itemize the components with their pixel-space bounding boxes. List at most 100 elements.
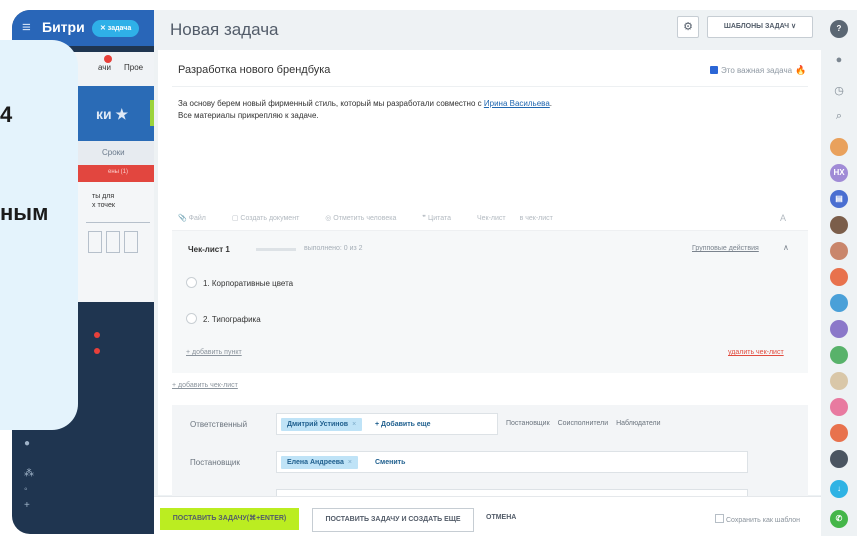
add-item-link[interactable]: + добавить пункт [186,349,242,356]
group-icon[interactable] [830,320,848,338]
submit-and-create-button[interactable]: ПОСТАВИТЬ ЗАДАЧУ И СОЗДАТЬ ЕЩЕ [312,508,474,532]
delete-checklist-link[interactable]: удалить чек-лист [728,349,784,356]
download-icon[interactable]: ↓ [830,480,848,498]
group-icon[interactable] [830,294,848,312]
task-description[interactable]: За основу берем новый фирменный стиль, к… [178,98,552,122]
submit-button[interactable]: ПОСТАВИТЬ ЗАДАЧУ(⌘+ENTER) [160,508,299,530]
search-icon[interactable]: ⌕ [832,110,846,123]
status-dot [94,332,100,338]
bell-icon[interactable]: ● [832,54,846,66]
responsible-label: Ответственный [190,420,248,429]
checklist-title[interactable]: Чек-лист 1 [188,245,230,254]
chevron-up-icon[interactable]: ∧ [783,243,789,252]
group-icon[interactable] [830,346,848,364]
toolbar-to-checklist[interactable]: в чек-лист [520,215,553,222]
save-template-checkbox[interactable]: Сохранить как шаблон [715,514,800,524]
creator-tag[interactable]: Елена Андреева × [281,456,358,469]
checklist-progress: выполнено: 0 из 2 [304,245,363,252]
task-title-input[interactable]: Разработка нового брендбука [178,64,330,76]
description-text: Все материалы прикрепляю к задаче. [178,111,319,120]
group-icon[interactable] [830,242,848,260]
bg-tab[interactable]: Прое [124,63,143,72]
screen: ≡ Битри ✕ задача ачи Прое ки ★ Сроки ены… [0,0,857,536]
clock-icon[interactable]: ◷ [832,84,846,97]
checkbox-checked-icon[interactable] [710,66,718,74]
avatar[interactable] [830,372,848,390]
right-rail: ? ● ◷ ⌕ НХ ▤ ↓ ✆ [821,10,857,536]
avatar-initials[interactable]: НХ [830,164,848,182]
form-footer: ПОСТАВИТЬ ЗАДАЧУ(⌘+ENTER) ПОСТАВИТЬ ЗАДА… [154,496,821,536]
creator-field[interactable]: Елена Андреева × Сменить [276,451,748,473]
page-title: Новая задача [170,20,279,39]
description-text: . [549,99,553,108]
toolbar-mention[interactable]: ◎ Отметить человека [325,215,408,222]
add-more-link[interactable]: + Добавить еще [375,421,431,428]
checkbox-icon[interactable] [715,514,724,523]
help-icon[interactable]: ● [24,438,30,449]
bg-tabs: ачи Прое [72,52,154,86]
toolbar-checklist[interactable]: Чек-лист [477,215,506,222]
help-icon[interactable]: ? [830,20,848,38]
bg-header-title: ки ★ [96,106,129,122]
remove-icon[interactable]: × [348,459,352,466]
gear-icon[interactable]: ⚙ [677,16,699,38]
mention-link[interactable]: Ирина Васильева [484,99,550,108]
overlay-banner: 4 ным [0,40,78,430]
avatar[interactable] [830,138,848,156]
change-link[interactable]: Сменить [375,459,405,466]
font-icon[interactable]: A [780,213,786,223]
templates-button[interactable]: ШАБЛОНЫ ЗАДАЧ ∨ [707,16,813,38]
bg-overdue-bar: ены (1) [72,165,154,182]
bg-card: ты для х точек [72,182,154,302]
people-icon[interactable]: ⁂ [24,468,34,479]
bg-sketch [86,222,150,275]
group-icon[interactable] [830,398,848,416]
group-icon[interactable] [830,424,848,442]
role-creator-link[interactable]: Постановщик [506,420,550,427]
toolbar-create-doc[interactable]: ▢ Создать документ [232,215,311,222]
responsible-tag[interactable]: Дмитрий Устинов × [281,418,363,431]
chat-icon[interactable]: ▤ [830,190,848,208]
phone-icon[interactable]: ✆ [830,510,848,528]
notification-dot [104,55,112,63]
checklist-item[interactable]: 2. Типографика [186,313,261,324]
group-icon[interactable] [830,268,848,286]
group-actions-link[interactable]: Групповые действия [692,245,759,252]
toolbar-file[interactable]: 📎 Файл [178,215,218,222]
bg-tab[interactable]: ачи [98,63,111,72]
avatar[interactable] [830,216,848,234]
cancel-button[interactable]: ОТМЕНА [486,514,516,521]
toolbar-label: Цитата [428,215,451,222]
role-observers-link[interactable]: Наблюдатели [616,420,660,427]
checklist: Чек-лист 1 выполнено: 0 из 2 Групповые д… [172,230,808,373]
checkbox-icon[interactable] [186,277,197,288]
menu-icon[interactable]: ≡ [22,19,31,36]
important-checkbox[interactable]: Это важная задача 🔥 [710,65,806,76]
bg-overdue-text: ены (1) [108,169,128,175]
bg-subtabs: Сроки [72,141,154,165]
people-section: Ответственный Дмитрий Устинов × + Добавит… [172,405,808,511]
group-icon[interactable] [830,450,848,468]
task-card: Разработка нового брендбука Это важная з… [158,50,821,511]
responsible-field[interactable]: Дмитрий Устинов × + Добавить еще [276,413,498,435]
roles-links: Постановщик Соисполнители Наблюдатели [506,420,667,427]
add-checklist-link[interactable]: + добавить чек-лист [172,382,238,389]
checklist-progress-bar [256,248,296,251]
bg-subtab[interactable]: Сроки [102,148,125,157]
checkbox-icon[interactable] [186,313,197,324]
divider [172,86,808,87]
toolbar-label: Создать документ [240,215,300,222]
status-dot [94,348,100,354]
toolbar-quote[interactable]: ❞ Цитата [422,215,463,222]
settings-icon[interactable]: ◦ [24,484,28,495]
checklist-item[interactable]: 1. Корпоративные цвета [186,277,293,288]
toolbar-label: Отметить человека [333,215,397,222]
task-chip[interactable]: ✕ задача [92,20,140,37]
overlay-word: ным [0,200,49,225]
editor-toolbar: 📎 Файл ▢ Создать документ ◎ Отметить чел… [178,213,798,226]
role-coexecutors-link[interactable]: Соисполнители [558,420,609,427]
task-form-panel: Новая задача ⚙ ШАБЛОНЫ ЗАДАЧ ∨ Разработк… [154,10,821,536]
remove-icon[interactable]: × [352,421,356,428]
checklist-item-label: 2. Типографика [203,315,261,324]
plus-icon[interactable]: + [24,500,30,511]
